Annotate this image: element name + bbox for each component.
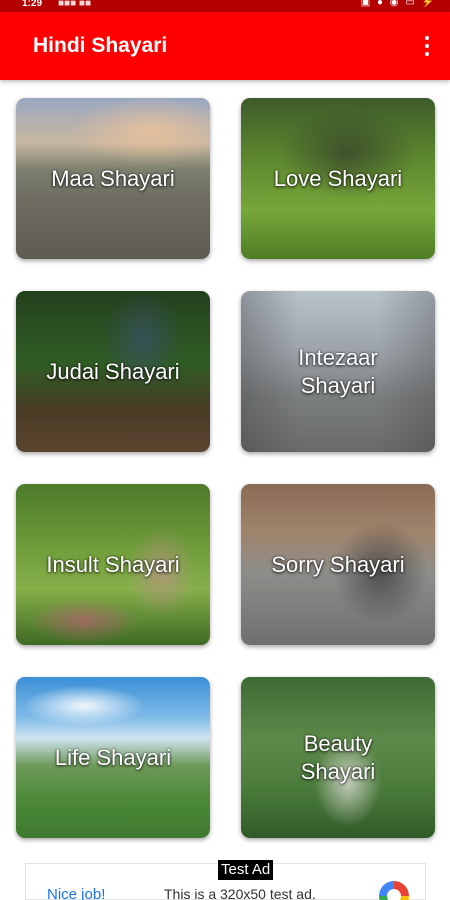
status-time: 1:29 (22, 0, 43, 9)
category-card-life-shayari[interactable]: Life Shayari (16, 677, 210, 838)
category-label: Insult Shayari (46, 551, 180, 577)
category-label: Judai Shayari (46, 358, 180, 384)
banner-ad[interactable]: Test Ad Nice job! This is a 320x50 test … (25, 860, 426, 900)
category-label: Beauty Shayari (300, 730, 376, 784)
ad-description: This is a 320x50 test ad. (164, 886, 316, 900)
category-label: Maa Shayari (51, 165, 175, 191)
category-label: Intezaar Shayari (298, 344, 378, 398)
category-card-judai-shayari[interactable]: Judai Shayari (16, 291, 210, 452)
app-bar: Hindi Shayari (0, 12, 450, 80)
admob-logo-icon (379, 881, 409, 900)
ad-headline[interactable]: Nice job! (47, 886, 105, 900)
category-card-intezaar-shayari[interactable]: Intezaar Shayari (241, 291, 435, 452)
category-label: Love Shayari (273, 165, 403, 191)
overflow-menu-icon[interactable] (418, 32, 436, 60)
app-title: Hindi Shayari (33, 34, 168, 57)
test-ad-badge: Test Ad (218, 860, 274, 880)
status-network-speed: ■■■ ■■ (58, 0, 91, 9)
category-card-insult-shayari[interactable]: Insult Shayari (16, 484, 210, 645)
category-card-sorry-shayari[interactable]: Sorry Shayari (241, 484, 435, 645)
category-card-beauty-shayari[interactable]: Beauty Shayari (241, 677, 435, 838)
status-bar: 1:29 ■■■ ■■ ▣ ● ◉ ▭ ⚡ (0, 0, 450, 12)
category-card-maa-shayari[interactable]: Maa Shayari (16, 98, 210, 259)
status-system-icons: ▣ ● ◉ ▭ ⚡ (360, 0, 436, 8)
category-label: Life Shayari (54, 744, 172, 770)
category-grid: Maa Shayari Love Shayari Judai Shayari I… (0, 80, 450, 840)
category-label: Sorry Shayari (271, 551, 405, 577)
category-card-love-shayari[interactable]: Love Shayari (241, 98, 435, 259)
